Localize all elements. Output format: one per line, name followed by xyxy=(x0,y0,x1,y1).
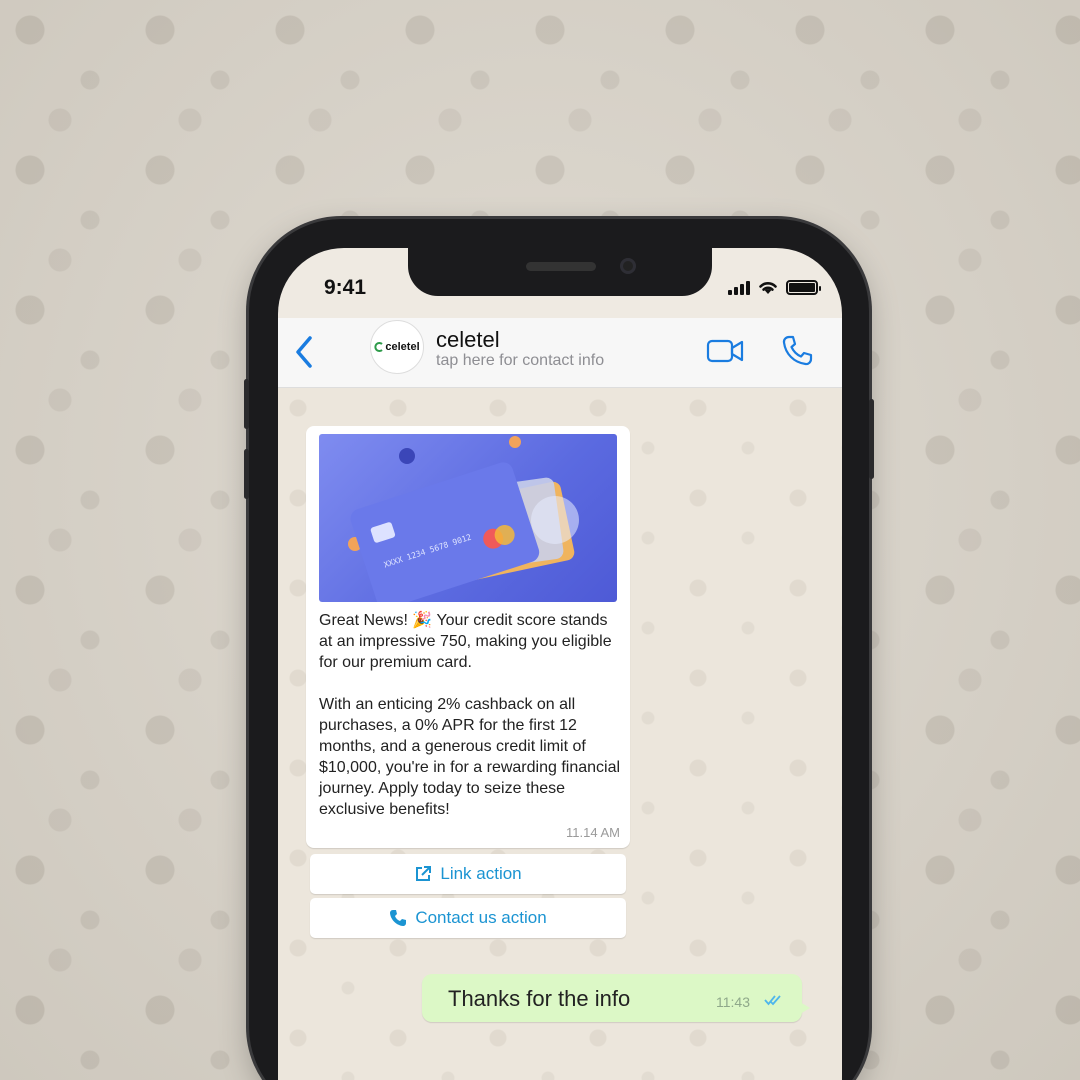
battery-icon xyxy=(786,280,821,295)
contact-info-hint[interactable]: tap here for contact info xyxy=(436,352,604,370)
logo-swirl-icon xyxy=(374,342,384,352)
status-time: 9:41 xyxy=(324,276,367,299)
contact-action-label: Contact us action xyxy=(415,908,547,927)
message-paragraph: With an enticing 2% cashback on all purc… xyxy=(319,696,621,818)
volume-down-button xyxy=(244,449,249,499)
outgoing-message: Thanks for the info 11:43 xyxy=(422,974,810,1022)
message-time: 11.14 AM xyxy=(566,825,620,840)
avatar-logo-text: celetel xyxy=(385,341,420,353)
phone-screen: 9:41 celetel celetel tap here for contac… xyxy=(278,248,842,1080)
avatar[interactable]: celetel xyxy=(370,320,424,374)
phone-icon xyxy=(390,910,407,926)
message-body: Great News! 🎉 Your credit score stands a… xyxy=(319,610,621,820)
status-icons xyxy=(728,279,821,295)
power-button xyxy=(869,399,874,479)
chevron-left-icon[interactable] xyxy=(286,332,326,372)
video-camera-icon[interactable] xyxy=(706,338,744,364)
external-link-icon xyxy=(416,866,432,881)
read-receipt-icon xyxy=(764,995,781,1006)
signal-icon xyxy=(728,281,750,295)
chat-area[interactable]: XXXX 1234 5678 9012 Great News! 🎉 Your c… xyxy=(278,388,842,1080)
speaker-grille xyxy=(526,262,596,271)
contact-name[interactable]: celetel xyxy=(436,327,500,353)
incoming-message: XXXX 1234 5678 9012 Great News! 🎉 Your c… xyxy=(306,426,630,848)
phone-icon[interactable] xyxy=(780,334,814,368)
link-action-button[interactable]: Link action xyxy=(310,854,626,894)
contact-us-action-button[interactable]: Contact us action xyxy=(310,898,626,938)
credit-card-image[interactable]: XXXX 1234 5678 9012 xyxy=(319,434,617,602)
chat-header: celetel celetel tap here for contact inf… xyxy=(278,318,842,388)
link-action-label: Link action xyxy=(440,864,522,883)
notch xyxy=(408,248,712,296)
volume-up-button xyxy=(244,379,249,429)
wifi-icon xyxy=(759,282,777,294)
outgoing-message-text: Thanks for the info xyxy=(448,986,631,1011)
front-camera xyxy=(620,258,636,274)
message-paragraph: Great News! 🎉 Your credit score stands a… xyxy=(319,612,612,671)
outgoing-message-time: 11:43 xyxy=(716,994,750,1010)
credit-card-illustration: XXXX 1234 5678 9012 xyxy=(348,436,579,602)
